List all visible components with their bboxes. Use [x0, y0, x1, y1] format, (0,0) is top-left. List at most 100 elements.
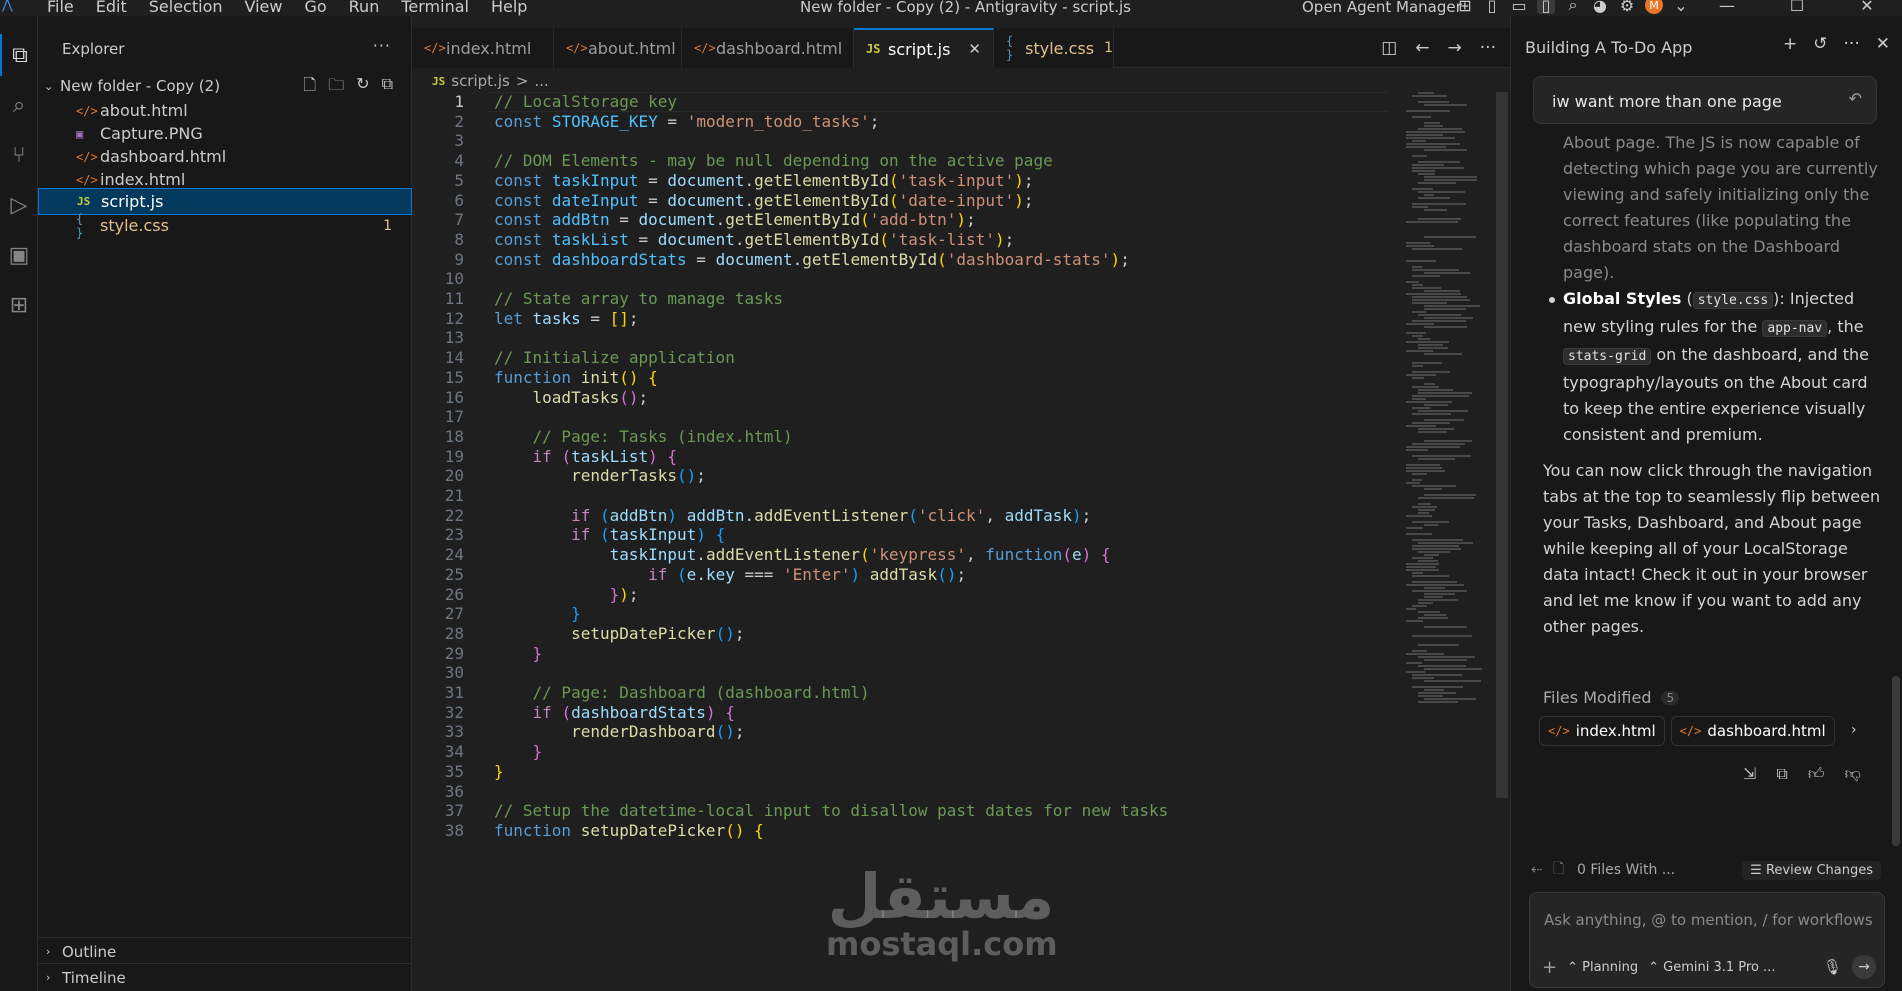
- go-back-icon[interactable]: ←: [1415, 38, 1429, 58]
- code-line[interactable]: 37 // Setup the datetime-local input to d…: [412, 801, 1392, 821]
- file-chip-dashboard-html[interactable]: </> dashboard.html: [1670, 716, 1835, 746]
- thumbs-up-icon[interactable]: 👍︎: [1808, 764, 1825, 784]
- menu-go[interactable]: Go: [293, 0, 337, 17]
- tab-dashboard-html[interactable]: </> dashboard.html: [682, 28, 854, 68]
- menu-file[interactable]: File: [36, 0, 85, 17]
- code-line[interactable]: 18 // Page: Tasks (index.html): [412, 427, 1392, 447]
- code-line[interactable]: 3: [412, 131, 1392, 151]
- remote-explorer-icon[interactable]: ▣: [0, 234, 38, 276]
- close-tab-icon[interactable]: ✕: [968, 40, 981, 58]
- search-view-icon[interactable]: ⌕: [0, 84, 38, 126]
- agent-scrollbar[interactable]: [1892, 676, 1900, 846]
- code-line[interactable]: 9 const dashboardStats = document.getElem…: [412, 250, 1392, 270]
- new-chat-icon[interactable]: +: [1783, 34, 1797, 54]
- code-line[interactable]: 26 });: [412, 585, 1392, 605]
- more-actions-icon[interactable]: ···: [1844, 34, 1860, 54]
- revert-icon[interactable]: ↶: [1849, 89, 1862, 108]
- close-panel-icon[interactable]: ✕: [1876, 34, 1890, 54]
- menu-view[interactable]: View: [234, 0, 294, 17]
- menu-run[interactable]: Run: [338, 0, 391, 17]
- code-line[interactable]: 4 // DOM Elements - may be null depending…: [412, 151, 1392, 171]
- code-line[interactable]: 34 }: [412, 742, 1392, 762]
- code-line[interactable]: 29 }: [412, 644, 1392, 664]
- tab-index-html[interactable]: </> index.html: [412, 28, 554, 68]
- code-line[interactable]: 30: [412, 663, 1392, 683]
- insert-icon[interactable]: ⇲: [1743, 764, 1756, 784]
- code-line[interactable]: 12 let tasks = [];: [412, 309, 1392, 329]
- model-selector[interactable]: ⌃ Gemini 3.1 Pro ...: [1648, 960, 1775, 975]
- history-icon[interactable]: ↺: [1813, 34, 1827, 54]
- code-line[interactable]: 17: [412, 407, 1392, 427]
- toggle-secondary-sidebar-icon[interactable]: ▯: [1537, 0, 1555, 15]
- tab-about-html[interactable]: </> about.html: [554, 28, 682, 68]
- go-forward-icon[interactable]: →: [1448, 38, 1462, 58]
- source-control-icon[interactable]: ⑂: [0, 134, 38, 176]
- thumbs-down-icon[interactable]: 👎︎: [1845, 764, 1861, 784]
- editor-scrollbar[interactable]: [1496, 92, 1508, 798]
- code-line[interactable]: 25 if (e.key === 'Enter') addTask();: [412, 565, 1392, 585]
- more-actions-icon[interactable]: ···: [1480, 38, 1496, 58]
- code-line[interactable]: 32 if (dashboardStats) {: [412, 703, 1392, 723]
- send-icon[interactable]: →: [1852, 955, 1876, 979]
- files-with-changes[interactable]: 0 Files With ...: [1577, 862, 1675, 878]
- chevron-down-icon[interactable]: ⌄: [1672, 0, 1690, 15]
- search-icon[interactable]: ⌕: [1564, 0, 1582, 14]
- code-editor[interactable]: 1 // LocalStorage key 2 const STORAGE_KEY =…: [412, 92, 1392, 991]
- close-window-icon[interactable]: ✕: [1832, 0, 1902, 16]
- code-line[interactable]: 1 // LocalStorage key: [412, 92, 1392, 112]
- code-line[interactable]: 38 function setupDatePicker() {: [412, 821, 1392, 841]
- chevron-right-icon[interactable]: ›: [1851, 722, 1857, 738]
- breadcrumb-file[interactable]: script.js: [451, 72, 510, 90]
- tab-style-css[interactable]: { } style.css 1: [994, 28, 1114, 68]
- toggle-panel-icon[interactable]: ▭: [1510, 0, 1528, 15]
- code-line[interactable]: 5 const taskInput = document.getElementBy…: [412, 171, 1392, 191]
- code-line[interactable]: 11 // State array to manage tasks: [412, 289, 1392, 309]
- review-changes-button[interactable]: ☰ Review Changes: [1742, 860, 1881, 880]
- microphone-icon[interactable]: 🎙︎: [1823, 958, 1842, 976]
- settings-gear-icon[interactable]: ⚙: [1618, 0, 1636, 15]
- code-line[interactable]: 24 taskInput.addEventListener('keypress'…: [412, 545, 1392, 565]
- code-line[interactable]: 7 const addBtn = document.getElementById(…: [412, 210, 1392, 230]
- code-line[interactable]: 33 renderDashboard();: [412, 722, 1392, 742]
- breadcrumb-symbol[interactable]: ...: [534, 72, 548, 90]
- menu-help[interactable]: Help: [480, 0, 538, 17]
- code-line[interactable]: 14 // Initialize application: [412, 348, 1392, 368]
- menu-selection[interactable]: Selection: [138, 0, 234, 17]
- back-arrow-icon[interactable]: ⇠: [1531, 862, 1553, 878]
- code-line[interactable]: 13: [412, 328, 1392, 348]
- code-line[interactable]: 19 if (taskList) {: [412, 447, 1392, 467]
- code-line[interactable]: 16 loadTasks();: [412, 388, 1392, 408]
- chat-input[interactable]: Ask anything, @ to mention, / for workfl…: [1529, 892, 1885, 988]
- menu-edit[interactable]: Edit: [85, 0, 138, 17]
- code-line[interactable]: 35}: [412, 762, 1392, 782]
- extension-icon[interactable]: ◕: [1591, 0, 1609, 15]
- code-line[interactable]: 28 setupDatePicker();: [412, 624, 1392, 644]
- add-context-icon[interactable]: +: [1542, 957, 1557, 978]
- code-line[interactable]: 27 }: [412, 604, 1392, 624]
- minimap[interactable]: [1402, 92, 1498, 712]
- open-agent-manager-button[interactable]: Open Agent Manager: [1302, 0, 1462, 17]
- code-line[interactable]: 21: [412, 486, 1392, 506]
- mode-selector[interactable]: ⌃ Planning: [1567, 960, 1638, 975]
- avatar[interactable]: M: [1645, 0, 1663, 14]
- minimize-icon[interactable]: —: [1692, 0, 1762, 16]
- code-line[interactable]: 31 // Page: Dashboard (dashboard.html): [412, 683, 1392, 703]
- run-debug-icon[interactable]: ▷: [0, 184, 38, 226]
- file-item-style-css[interactable]: { } style.css 1: [38, 212, 412, 240]
- code-line[interactable]: 10: [412, 269, 1392, 289]
- code-line[interactable]: 36: [412, 782, 1392, 802]
- code-line[interactable]: 6 const dateInput = document.getElementBy…: [412, 191, 1392, 211]
- tab-script-js[interactable]: JS script.js ✕: [854, 28, 994, 68]
- timeline-section[interactable]: › Timeline: [38, 963, 412, 991]
- layout-grid-icon[interactable]: ⊞: [1456, 0, 1474, 15]
- extensions-icon[interactable]: ⊞: [0, 284, 38, 326]
- code-line[interactable]: 2 const STORAGE_KEY = 'modern_todo_tasks'…: [412, 112, 1392, 132]
- code-line[interactable]: 20 renderTasks();: [412, 466, 1392, 486]
- file-chip-index-html[interactable]: </> index.html: [1539, 716, 1665, 746]
- toggle-sidebar-icon[interactable]: ▯: [1483, 0, 1501, 15]
- copy-icon[interactable]: ⧉: [1776, 764, 1787, 784]
- explorer-files-icon[interactable]: ⧉: [0, 34, 38, 76]
- code-line[interactable]: 22 if (addBtn) addBtn.addEventListener('…: [412, 506, 1392, 526]
- split-editor-icon[interactable]: ◫: [1381, 38, 1397, 58]
- menu-terminal[interactable]: Terminal: [390, 0, 480, 17]
